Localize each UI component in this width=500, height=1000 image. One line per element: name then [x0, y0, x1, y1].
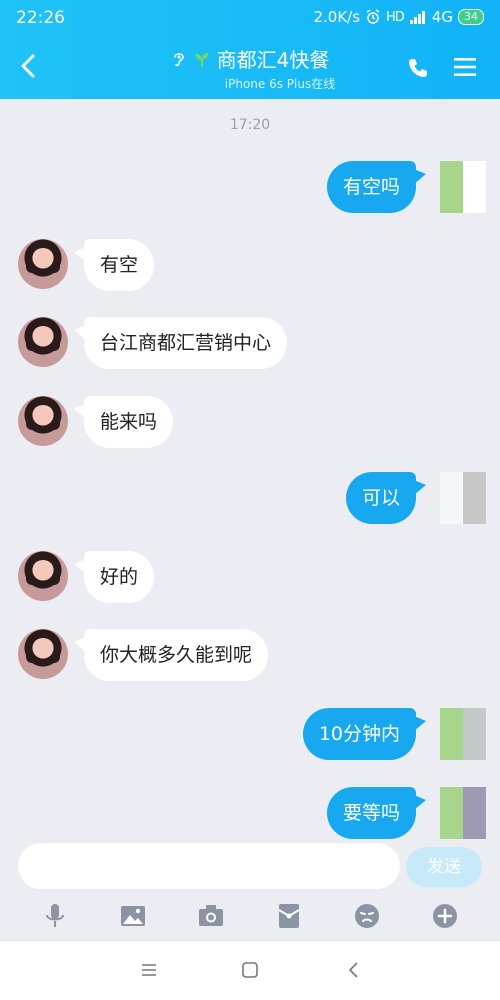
plus-icon[interactable]	[431, 902, 459, 930]
send-button[interactable]: 发送	[406, 847, 482, 887]
chat-toolbar	[0, 893, 500, 939]
message-bubble[interactable]: 好的	[73, 551, 155, 603]
message-input[interactable]	[18, 843, 400, 889]
chat-title: 商都汇4快餐	[216, 48, 330, 72]
status-right: 2.0K/s HD 4G 34	[313, 8, 484, 26]
network-speed: 2.0K/s	[313, 8, 361, 26]
contact-avatar[interactable]	[18, 317, 68, 367]
my-avatar[interactable]	[440, 472, 486, 524]
message-incoming[interactable]: 台江商都汇营销中心	[0, 317, 500, 377]
phone-call-icon[interactable]	[406, 56, 430, 80]
contact-avatar[interactable]	[18, 396, 68, 446]
home-icon[interactable]	[239, 959, 261, 981]
status-bar: 22:26 2.0K/s HD 4G 34	[0, 0, 500, 36]
android-nav-bar	[0, 940, 500, 1000]
menu-icon[interactable]	[452, 55, 478, 79]
message-input-bar: 发送	[0, 841, 500, 893]
message-bubble[interactable]: 能来吗	[73, 396, 174, 448]
message-bubble[interactable]: 要等吗	[326, 787, 427, 839]
message-bubble[interactable]: 有空	[73, 239, 155, 291]
message-bubble[interactable]: 10分钟内	[302, 708, 427, 760]
hd-badge: HD	[386, 9, 405, 25]
image-icon[interactable]	[119, 902, 147, 930]
my-avatar[interactable]	[440, 787, 486, 839]
microphone-icon[interactable]	[41, 902, 69, 930]
sprout-icon	[195, 52, 208, 67]
emoji-icon[interactable]	[353, 902, 381, 930]
message-incoming[interactable]: 好的	[0, 551, 500, 611]
alarm-icon	[366, 9, 380, 24]
network-type: 4G	[431, 8, 453, 26]
recent-apps-icon[interactable]	[138, 959, 160, 981]
message-outgoing[interactable]: 10分钟内	[0, 708, 500, 768]
status-time: 22:26	[16, 8, 65, 28]
back-nav-icon[interactable]	[343, 959, 365, 981]
camera-icon[interactable]	[197, 902, 225, 930]
message-incoming[interactable]: 能来吗	[0, 396, 500, 456]
contact-avatar[interactable]	[18, 629, 68, 679]
top-header: 22:26 2.0K/s HD 4G 34 商都汇4快餐 iPhone 6s P…	[0, 0, 500, 99]
message-timestamp: 17:20	[229, 117, 271, 133]
signal-icon	[409, 11, 425, 24]
message-bubble[interactable]: 可以	[345, 472, 427, 524]
chat-message-area[interactable]: 17:20 有空吗 有空 台江商都汇营销中心 能来吗 可以 好的 你大概多久能到…	[0, 99, 500, 841]
red-packet-icon[interactable]	[275, 902, 303, 930]
message-outgoing[interactable]: 要等吗	[0, 787, 500, 841]
my-avatar[interactable]	[440, 708, 486, 760]
battery-indicator: 34	[458, 9, 484, 25]
message-bubble[interactable]: 有空吗	[326, 161, 427, 213]
message-incoming[interactable]: 你大概多久能到呢	[0, 629, 500, 689]
message-outgoing[interactable]: 可以	[0, 472, 500, 532]
message-outgoing[interactable]: 有空吗	[0, 161, 500, 221]
earpiece-mode-icon	[173, 52, 184, 66]
message-incoming[interactable]: 有空	[0, 239, 500, 299]
contact-avatar[interactable]	[18, 239, 68, 289]
contact-avatar[interactable]	[18, 551, 68, 601]
message-bubble[interactable]: 你大概多久能到呢	[73, 629, 269, 681]
my-avatar[interactable]	[440, 161, 486, 213]
chat-nav-bar: 商都汇4快餐 iPhone 6s Plus在线	[0, 36, 500, 99]
message-bubble[interactable]: 台江商都汇营销中心	[73, 317, 288, 369]
